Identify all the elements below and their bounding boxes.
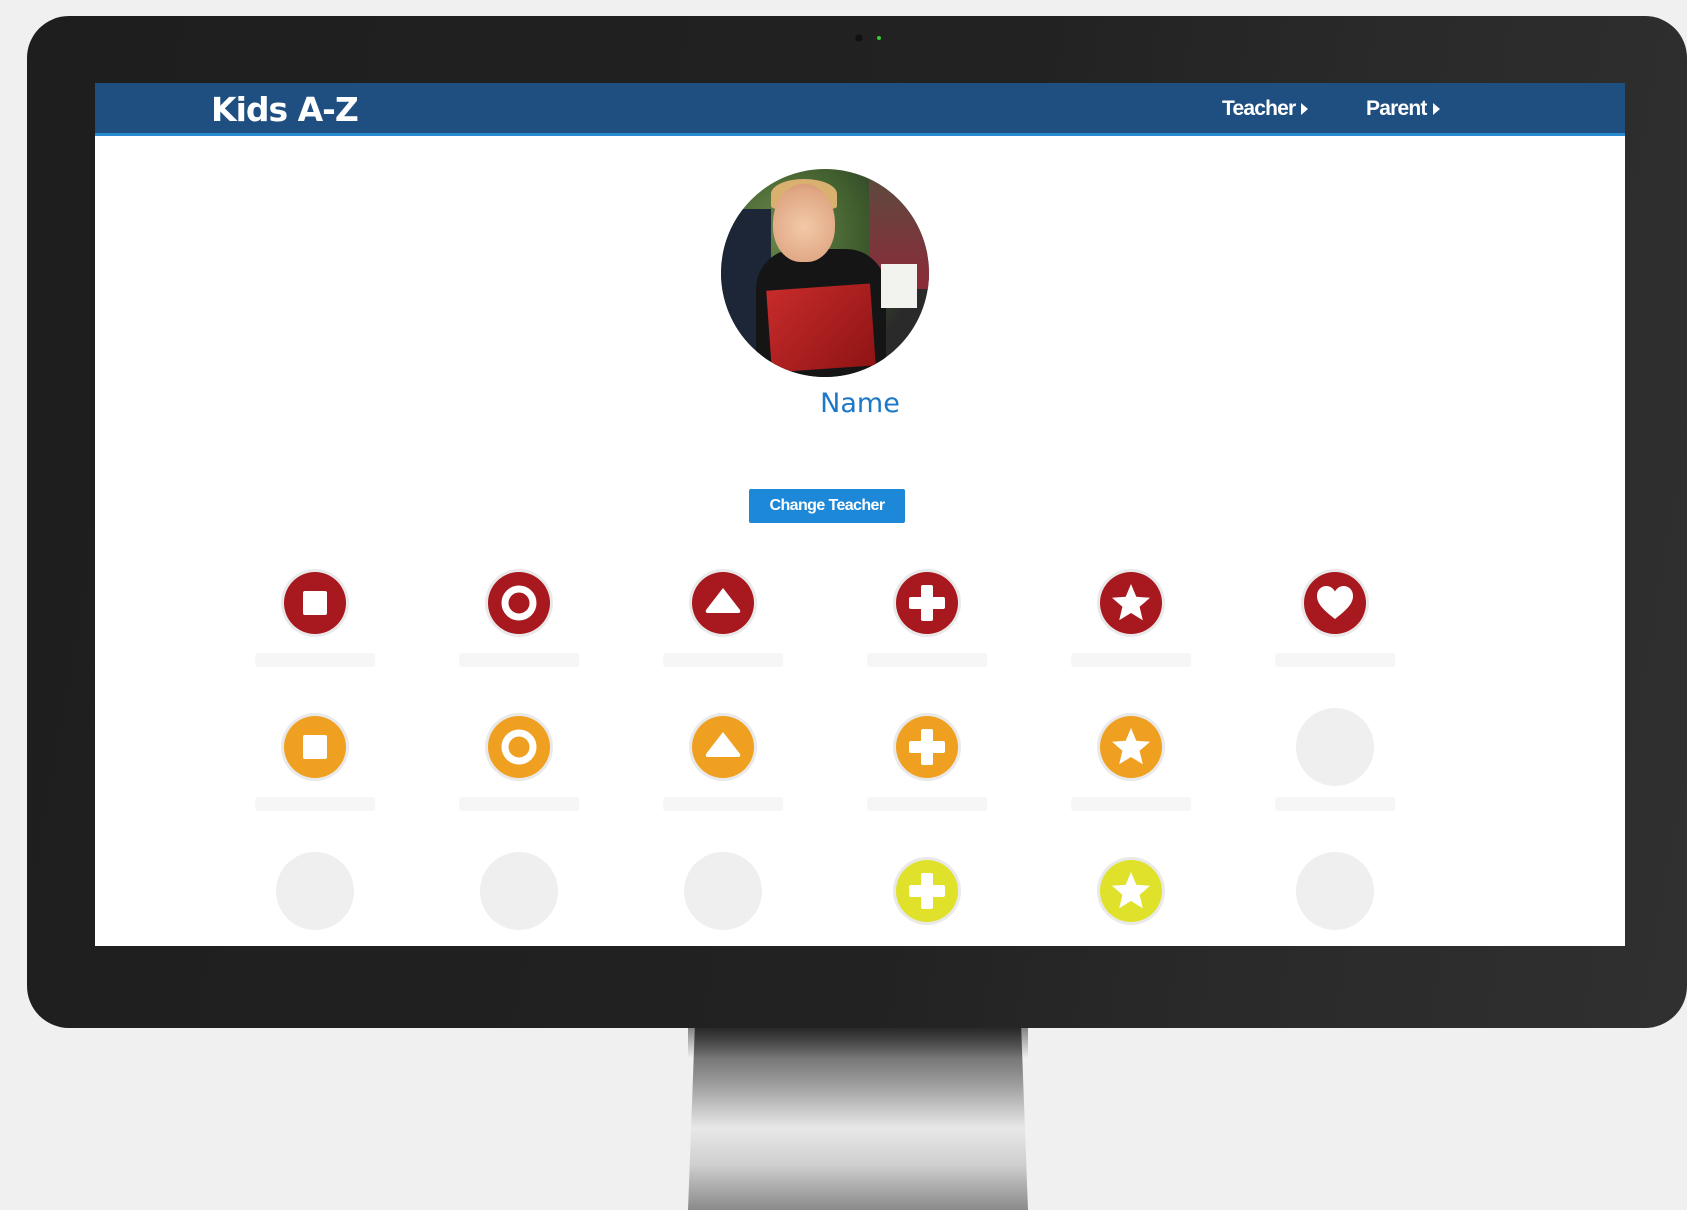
plus-icon	[893, 857, 961, 925]
award-caption-placeholder	[255, 653, 375, 667]
award-caption-placeholder	[1071, 653, 1191, 667]
award-caption-placeholder	[663, 797, 783, 811]
nav-teacher-link[interactable]: Teacher	[1222, 97, 1309, 121]
square-icon	[281, 569, 349, 637]
award-caption-placeholder	[867, 797, 987, 811]
red-circle-award-badge[interactable]	[484, 568, 554, 638]
award-caption-placeholder	[459, 797, 579, 811]
avatar-photo-book	[766, 283, 876, 373]
avatar-photo-paper	[881, 264, 917, 308]
award-caption-placeholder	[255, 797, 375, 811]
plus-icon	[893, 569, 961, 637]
award-caption-placeholder	[663, 653, 783, 667]
award-caption-placeholder	[1275, 653, 1395, 667]
orange-plus-award-badge[interactable]	[892, 712, 962, 782]
monitor-stand-shadow	[688, 1028, 1028, 1058]
plus-icon	[893, 713, 961, 781]
heart-icon	[1301, 569, 1369, 637]
star-icon	[1097, 713, 1165, 781]
avatar-photo-face	[773, 184, 835, 262]
locked-award-badge[interactable]	[684, 852, 762, 930]
circle-icon	[485, 713, 553, 781]
app-header: Kids A-Z Teacher Parent	[95, 83, 1625, 136]
student-name: Name	[820, 388, 900, 419]
award-caption-placeholder	[1071, 797, 1191, 811]
star-icon	[1097, 857, 1165, 925]
red-heart-award-badge[interactable]	[1300, 568, 1370, 638]
yellow-star-award-badge[interactable]	[1096, 856, 1166, 926]
webcam-led	[877, 36, 881, 40]
circle-icon	[485, 569, 553, 637]
red-triangle-award-badge[interactable]	[688, 568, 758, 638]
award-caption-placeholder	[1275, 797, 1395, 811]
locked-award-badge[interactable]	[1296, 852, 1374, 930]
square-icon	[281, 713, 349, 781]
orange-square-award-badge[interactable]	[280, 712, 350, 782]
app-screen: Kids A-Z Teacher Parent Name Change Teac…	[95, 83, 1625, 946]
avatar[interactable]	[721, 169, 929, 377]
red-plus-award-badge[interactable]	[892, 568, 962, 638]
locked-award-badge[interactable]	[1296, 708, 1374, 786]
nav-parent-label: Parent	[1366, 97, 1427, 120]
star-icon	[1097, 569, 1165, 637]
award-caption-placeholder	[867, 653, 987, 667]
award-caption-placeholder	[459, 653, 579, 667]
webcam-icon	[854, 33, 864, 43]
brand-logo[interactable]: Kids A-Z	[211, 90, 359, 129]
change-teacher-button[interactable]: Change Teacher	[749, 489, 905, 523]
orange-star-award-badge[interactable]	[1096, 712, 1166, 782]
nav-teacher-label: Teacher	[1222, 97, 1296, 120]
red-square-award-badge[interactable]	[280, 568, 350, 638]
orange-triangle-award-badge[interactable]	[688, 712, 758, 782]
locked-award-badge[interactable]	[480, 852, 558, 930]
caret-right-icon	[1301, 103, 1309, 115]
nav-parent-link[interactable]: Parent	[1366, 97, 1440, 121]
orange-circle-award-badge[interactable]	[484, 712, 554, 782]
locked-award-badge[interactable]	[276, 852, 354, 930]
caret-right-icon	[1432, 103, 1440, 115]
triangle-icon	[689, 569, 757, 637]
red-star-award-badge[interactable]	[1096, 568, 1166, 638]
yellow-plus-award-badge[interactable]	[892, 856, 962, 926]
triangle-icon	[689, 713, 757, 781]
